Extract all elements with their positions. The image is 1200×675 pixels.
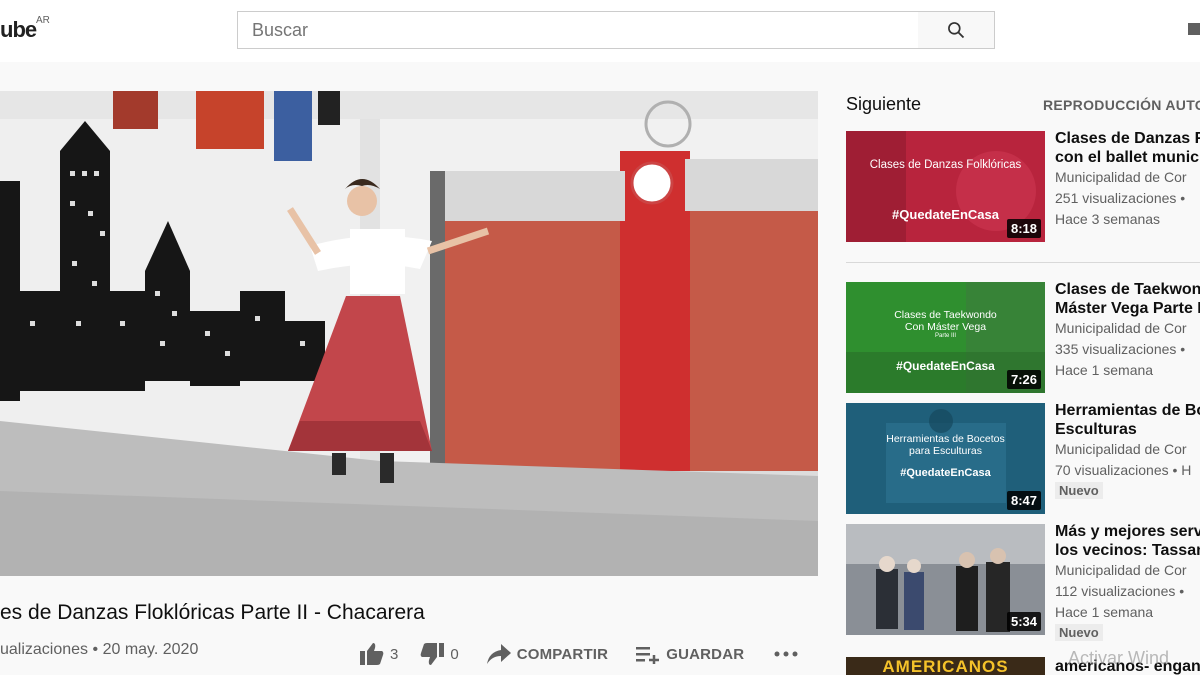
thumbnail-caption-2: para Esculturas <box>909 445 982 457</box>
duration-badge: 5:34 <box>1006 612 1041 631</box>
channel-name[interactable]: Municipalidad de Cor <box>1055 318 1200 339</box>
video-player[interactable] <box>0 91 818 576</box>
video-title[interactable]: Más y mejores serv los vecinos: Tassan <box>1055 522 1200 560</box>
thumbnail-caption-3: Parte III <box>934 333 956 339</box>
more-dots-icon <box>774 651 798 657</box>
upload-age: Hace 1 semana <box>1055 362 1154 378</box>
search-button[interactable] <box>918 11 995 49</box>
duration-badge: 8:47 <box>1006 491 1041 510</box>
thumbs-down-icon <box>421 643 445 665</box>
upload-age: Hace 1 semana <box>1055 604 1154 620</box>
video-frame <box>0 91 818 576</box>
recommended-video[interactable]: Herramientas de Bocetos para Esculturas … <box>846 401 1200 518</box>
divider <box>846 262 1200 263</box>
recommended-video[interactable]: Clases de Taekwondo Con Máster Vega Part… <box>846 280 1200 397</box>
save-label: GUARDAR <box>666 645 745 663</box>
dislike-count: 0 <box>450 645 459 663</box>
video-thumbnail[interactable]: AMERICANOS <box>846 657 1045 675</box>
dislike-button[interactable]: 0 <box>420 643 459 665</box>
up-next-heading: Siguiente <box>846 94 922 114</box>
search-icon <box>948 22 965 39</box>
video-info: Clases de Taekwond Máster Vega Parte I M… <box>1055 280 1200 381</box>
search-input[interactable] <box>237 11 919 49</box>
video-thumbnail[interactable]: Herramientas de Bocetos para Esculturas … <box>846 403 1045 514</box>
share-button[interactable]: COMPARTIR <box>486 644 609 664</box>
save-button[interactable]: GUARDAR <box>636 644 744 664</box>
youtube-logo[interactable]: ube <box>0 17 37 43</box>
like-count: 3 <box>390 645 399 663</box>
upload-date: 20 may. 2020 <box>102 641 199 658</box>
recommended-video[interactable]: 5:34 Más y mejores serv los vecinos: Tas… <box>846 522 1200 642</box>
top-header: ube AR <box>0 0 1200 62</box>
like-button[interactable]: 3 <box>360 643 398 665</box>
windows-activation-watermark: Activar Wind <box>1068 648 1170 668</box>
upload-age: Hace 3 semanas <box>1055 211 1161 227</box>
video-title[interactable]: Herramientas de Bo Esculturas <box>1055 401 1200 439</box>
autoplay-label[interactable]: REPRODUCCIÓN AUTO <box>1043 97 1200 113</box>
view-count: 251 visualizaciones • <box>1055 190 1186 206</box>
video-info: Herramientas de Bo Esculturas Municipali… <box>1055 401 1200 500</box>
playlist-add-icon <box>636 647 660 664</box>
thumbnail-caption-2: Con Máster Vega <box>904 321 987 333</box>
channel-name[interactable]: Municipalidad de Cor <box>1055 560 1200 581</box>
view-count: 112 visualizaciones • <box>1055 583 1185 599</box>
thumbnail-caption: Clases de Taekwondo <box>894 309 997 321</box>
video-title: es de Danzas Floklóricas Parte II - Chac… <box>0 601 425 624</box>
duration-badge: 8:18 <box>1006 219 1041 238</box>
channel-name[interactable]: Municipalidad de Cor <box>1055 167 1200 188</box>
country-code: AR <box>36 15 50 26</box>
video-title[interactable]: Clases de Taekwond Máster Vega Parte I <box>1055 280 1200 318</box>
thumbnail-hashtag: #QuedateEnCasa <box>900 467 991 479</box>
logo-text: ube <box>0 17 37 42</box>
view-count: ualizaciones <box>0 641 89 658</box>
more-actions-button[interactable] <box>774 651 798 657</box>
video-thumbnail[interactable]: 5:34 <box>846 524 1045 635</box>
recommended-video[interactable]: Clases de Danzas Folklóricas #QuedateEnC… <box>846 129 1200 246</box>
video-actions: 3 0 COMPARTIR GUARDAR <box>360 640 798 668</box>
video-meta: ualizaciones • 20 may. 2020 <box>0 641 198 659</box>
meta-separator: • <box>92 641 99 658</box>
thumbs-up-icon <box>360 643 384 665</box>
share-arrow-icon <box>486 644 511 664</box>
video-info: Clases de Danzas F con el ballet munici … <box>1055 129 1200 230</box>
video-thumbnail[interactable]: Clases de Danzas Folklóricas #QuedateEnC… <box>846 131 1045 242</box>
duration-badge: 7:26 <box>1006 370 1041 389</box>
video-title[interactable]: Clases de Danzas F con el ballet munici <box>1055 129 1200 167</box>
view-count: 70 visualizaciones • H <box>1055 462 1192 478</box>
new-badge: Nuevo <box>1055 482 1103 499</box>
video-thumbnail[interactable]: Clases de Taekwondo Con Máster Vega Part… <box>846 282 1045 393</box>
create-video-icon[interactable] <box>1188 20 1200 38</box>
thumbnail-caption: Herramientas de Bocetos <box>886 433 1005 445</box>
view-count: 335 visualizaciones • <box>1055 341 1186 357</box>
thumbnail-caption: AMERICANOS <box>882 657 1009 675</box>
channel-name[interactable]: Municipalidad de Cor <box>1055 439 1200 460</box>
video-info: Más y mejores serv los vecinos: Tassan M… <box>1055 522 1200 642</box>
thumbnail-caption: Clases de Danzas Folklóricas <box>869 159 1022 171</box>
share-label: COMPARTIR <box>516 645 609 663</box>
new-badge: Nuevo <box>1055 624 1103 641</box>
